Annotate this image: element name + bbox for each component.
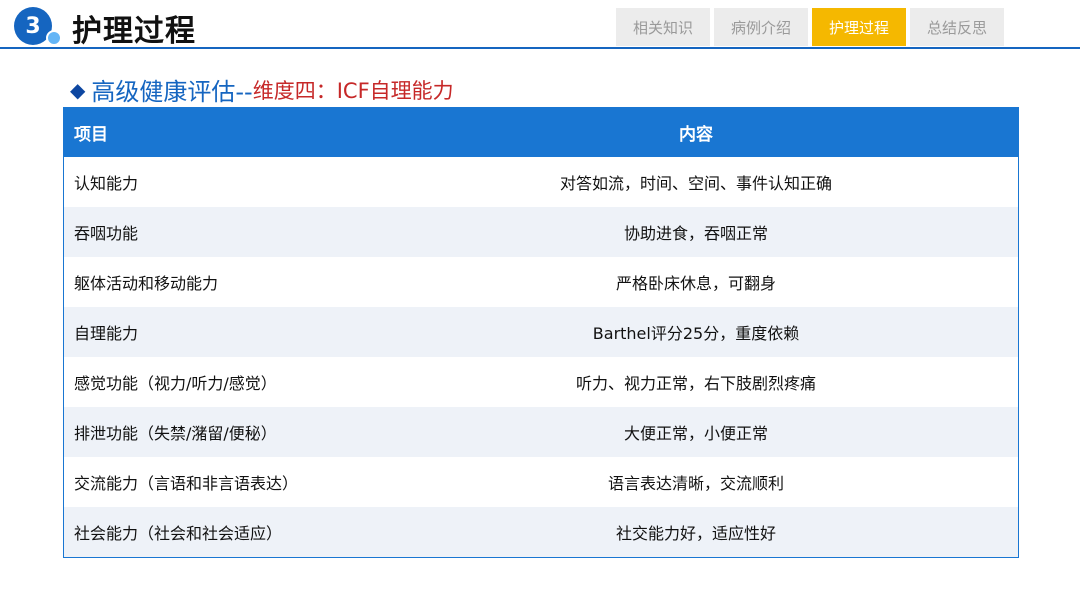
header-item: 项目 — [74, 124, 108, 145]
table-row: 交流能力（言语和非言语表达） 语言表达清晰，交流顺利 — [64, 457, 1018, 507]
row-content: 语言表达清晰，交流顺利 — [607, 474, 784, 493]
table-body: 认知能力 对答如流，时间、空间、事件认知正确 吞咽功能 协助进食，吞咽正常 躯体… — [64, 157, 1018, 557]
row-content: 协助进食，吞咽正常 — [623, 224, 768, 243]
header-content: 内容 — [679, 124, 713, 145]
diamond-bullet-icon: ◆ — [70, 77, 86, 102]
tab-nursing-process[interactable]: 护理过程 — [812, 8, 906, 46]
row-content: 听力、视力正常，右下肢剧烈疼痛 — [575, 374, 816, 393]
header: 3 护理过程 相关知识 病例介绍 护理过程 总结反思 — [0, 0, 1080, 56]
row-item: 排泄功能（失禁/潴留/便秘） — [74, 424, 277, 443]
subtitle-main: 高级健康评估-- — [91, 78, 253, 106]
tab-case-intro[interactable]: 病例介绍 — [714, 8, 808, 46]
assessment-table: 项目 内容 认知能力 对答如流，时间、空间、事件认知正确 吞咽功能 协助进食，吞… — [63, 107, 1019, 558]
badge-dot-icon — [46, 30, 62, 46]
subtitle-dimension: 维度四：ICF自理能力 — [252, 78, 454, 103]
row-item: 社会能力（社会和社会适应） — [74, 524, 283, 543]
row-item: 躯体活动和移动能力 — [74, 274, 219, 293]
nav-tabs: 相关知识 病例介绍 护理过程 总结反思 — [616, 8, 1008, 46]
row-content: 大便正常，小便正常 — [623, 424, 768, 443]
slide-subtitle: ◆ 高级健康评估-- 维度四：ICF自理能力 — [70, 72, 454, 107]
tab-related-knowledge[interactable]: 相关知识 — [616, 8, 710, 46]
row-content: 严格卧床休息，可翻身 — [615, 274, 776, 293]
tab-summary[interactable]: 总结反思 — [910, 8, 1004, 46]
table-row: 自理能力 Barthel评分25分，重度依赖 — [64, 307, 1018, 357]
row-content: 对答如流，时间、空间、事件认知正确 — [559, 174, 832, 193]
table-row: 社会能力（社会和社会适应） 社交能力好，适应性好 — [64, 507, 1018, 557]
row-content: 社交能力好，适应性好 — [615, 524, 776, 543]
row-item: 自理能力 — [74, 324, 139, 343]
table-row: 排泄功能（失禁/潴留/便秘） 大便正常，小便正常 — [64, 407, 1018, 457]
table-row: 认知能力 对答如流，时间、空间、事件认知正确 — [64, 157, 1018, 207]
header-divider — [0, 47, 1080, 49]
table-header-row: 项目 内容 — [64, 107, 1018, 157]
table-row: 躯体活动和移动能力 严格卧床休息，可翻身 — [64, 257, 1018, 307]
row-item: 感觉功能（视力/听力/感觉） — [74, 374, 277, 393]
row-item: 认知能力 — [74, 174, 139, 193]
table-row: 吞咽功能 协助进食，吞咽正常 — [64, 207, 1018, 257]
row-content: Barthel评分25分，重度依赖 — [592, 324, 800, 343]
row-item: 吞咽功能 — [74, 224, 139, 243]
row-item: 交流能力（言语和非言语表达） — [74, 474, 299, 493]
table-row: 感觉功能（视力/听力/感觉） 听力、视力正常，右下肢剧烈疼痛 — [64, 357, 1018, 407]
section-title: 护理过程 — [72, 14, 196, 49]
